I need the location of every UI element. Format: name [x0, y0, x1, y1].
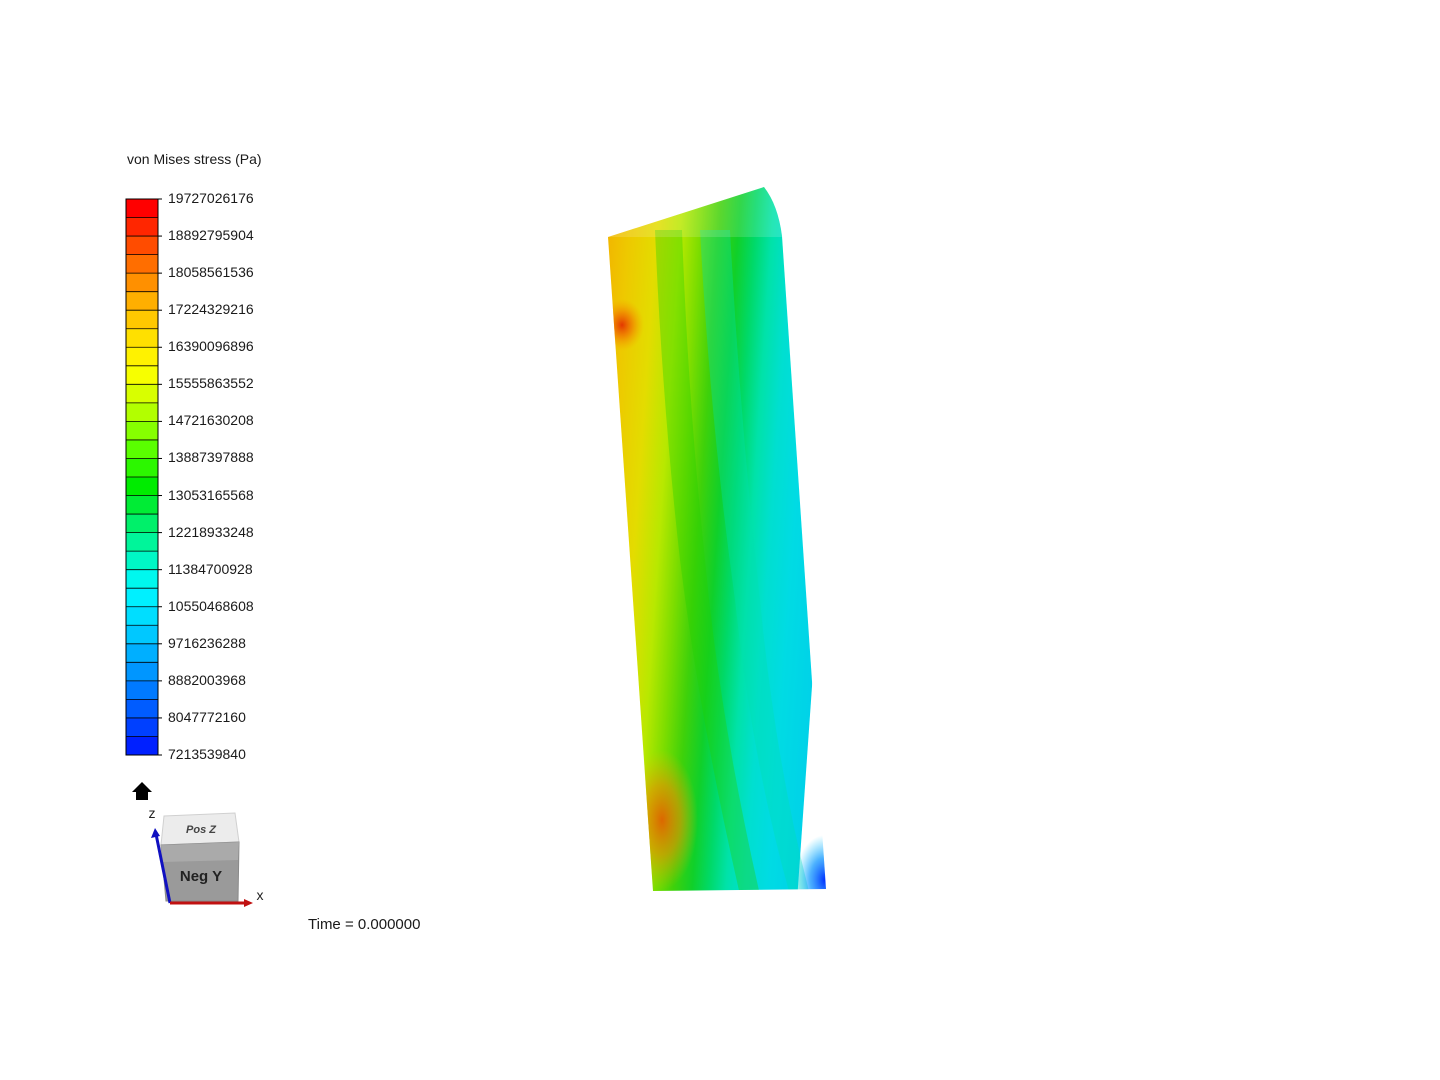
orientation-cube-widget[interactable]: Pos Z Neg Y z x	[138, 800, 278, 912]
x-axis-label: x	[257, 887, 264, 903]
z-axis-label: z	[149, 805, 156, 821]
time-label: Time = 0.000000	[308, 916, 421, 933]
home-icon	[132, 782, 152, 800]
home-view-button[interactable]	[130, 780, 154, 802]
plate-surface	[608, 187, 826, 891]
cube-label-neg-y: Neg Y	[180, 868, 222, 885]
cube-label-pos-z: Pos Z	[186, 824, 217, 836]
stress-contour-model[interactable]	[0, 0, 1440, 1080]
